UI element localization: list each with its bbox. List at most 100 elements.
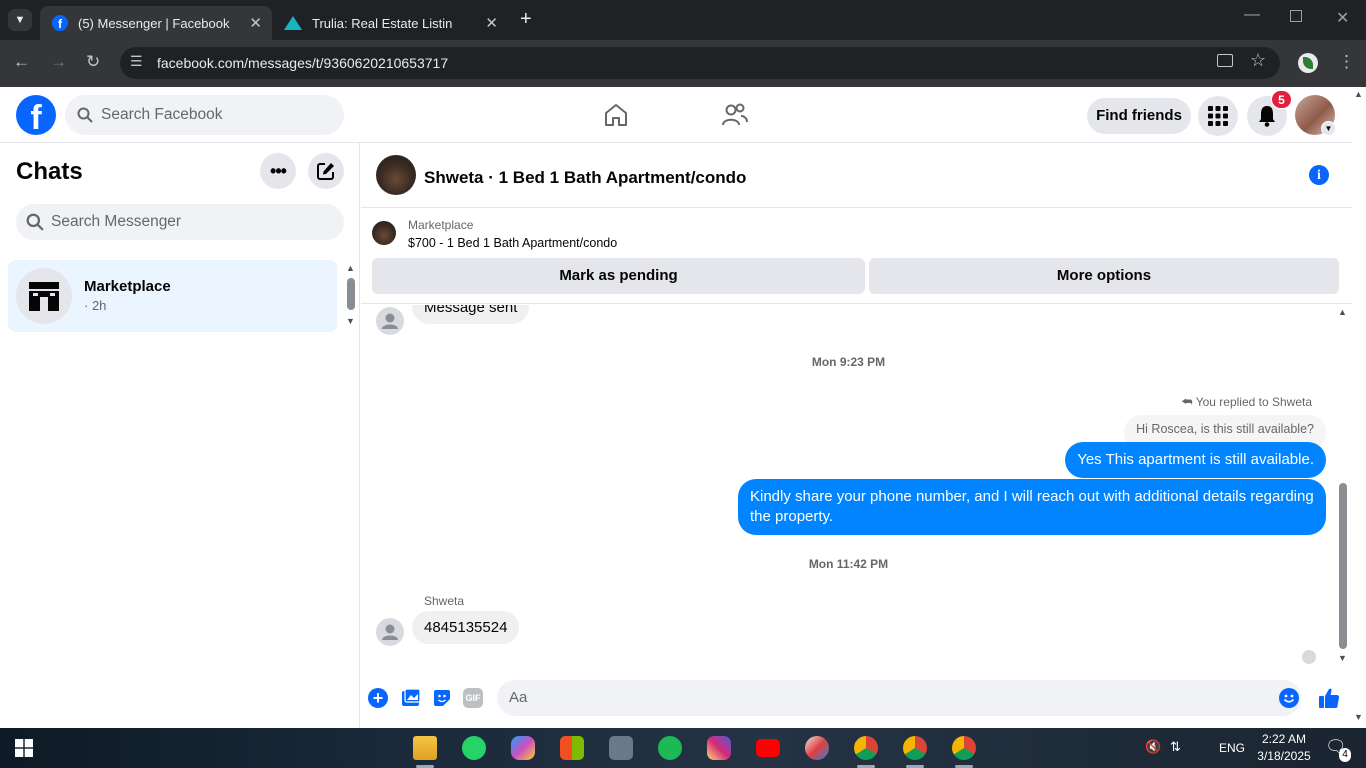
trulia-favicon-icon [284, 16, 302, 30]
chrome-icon[interactable] [854, 736, 878, 760]
scroll-thumb[interactable] [1339, 483, 1347, 649]
mark-pending-button[interactable]: Mark as pending [372, 258, 865, 294]
browser-toolbar: ← → ↻ ☰ facebook.com/messages/t/93606202… [0, 40, 1366, 87]
photo-icon[interactable] [401, 688, 421, 708]
more-actions-button[interactable]: + [368, 688, 388, 708]
minimize-icon[interactable]: — [1244, 6, 1260, 24]
scroll-down-icon[interactable]: ▼ [1354, 712, 1363, 722]
network-icon[interactable]: ⇅ [1170, 739, 1181, 755]
tab-search-button[interactable]: ▼ [8, 9, 32, 31]
chrome-profile-icon[interactable] [903, 736, 927, 760]
browser-tab-strip: ▼ f (5) Messenger | Facebook ✕ Trulia: R… [0, 0, 1366, 40]
store-icon [29, 282, 59, 311]
facebook-logo[interactable]: f [16, 95, 56, 135]
like-icon[interactable] [1318, 687, 1340, 709]
listing-summary[interactable]: $700 - 1 Bed 1 Bath Apartment/condo [408, 236, 617, 250]
scroll-thumb[interactable] [347, 278, 355, 310]
seen-indicator-avatar [1302, 650, 1316, 664]
marketplace-avatar [16, 268, 72, 324]
home-icon [605, 104, 627, 126]
windows-start-icon[interactable] [15, 739, 33, 757]
bookmark-star-icon[interactable]: ☆ [1250, 50, 1266, 71]
youtube-icon[interactable] [756, 739, 780, 757]
close-window-icon[interactable]: ✕ [1336, 8, 1349, 28]
microsoft-store-icon[interactable] [560, 736, 584, 760]
file-explorer-icon[interactable] [413, 736, 437, 760]
address-bar[interactable]: ☰ facebook.com/messages/t/93606202106537… [120, 47, 1280, 79]
sender-name: Shweta [424, 594, 465, 608]
chat-meta: · 2h [84, 298, 107, 313]
outgoing-message[interactable]: Yes This apartment is still available. [1065, 442, 1326, 478]
paint-icon[interactable] [805, 736, 829, 760]
volume-muted-icon[interactable]: 🔇 [1145, 739, 1161, 755]
sticker-icon[interactable] [432, 688, 452, 708]
close-tab-icon[interactable]: ✕ [485, 14, 498, 32]
clock-date[interactable]: 3/18/2025 [1252, 749, 1316, 763]
reply-arrow-icon: ⮪ [1181, 395, 1193, 409]
sender-avatar [376, 618, 404, 646]
incoming-message[interactable]: 4845135524 [412, 611, 520, 644]
page-scrollbar[interactable]: ▲ ▼ [1352, 87, 1366, 728]
back-icon[interactable]: ← [13, 52, 30, 72]
scroll-down-icon[interactable]: ▼ [346, 316, 355, 326]
listing-source: Marketplace [408, 218, 474, 232]
chat-options-button[interactable]: ••• [260, 153, 296, 189]
menu-button[interactable] [1198, 96, 1238, 136]
forward-icon[interactable]: → [50, 52, 67, 72]
home-nav-button[interactable] [603, 102, 629, 133]
site-info-icon[interactable]: ☰ [130, 53, 143, 70]
new-message-button[interactable] [308, 153, 344, 189]
listing-thumbnail[interactable] [372, 221, 396, 245]
grid-menu-icon [1208, 106, 1228, 126]
more-vertical-icon[interactable]: ⋮ [1338, 52, 1355, 72]
reply-context-text: You replied to Shweta [1195, 395, 1312, 409]
conversation-panel: Shweta · 1 Bed 1 Bath Apartment/condo i … [361, 143, 1352, 728]
compose-icon [317, 163, 334, 180]
clock-time[interactable]: 2:22 AM [1256, 732, 1312, 746]
more-options-button[interactable]: More options [869, 258, 1339, 294]
find-friends-label: Find friends [1096, 107, 1182, 124]
timestamp: Mon 9:23 PM [811, 355, 886, 369]
tab-trulia[interactable]: Trulia: Real Estate Listings, Hom ✕ [272, 6, 508, 40]
new-tab-button[interactable]: + [520, 8, 532, 31]
install-app-icon[interactable] [1217, 54, 1233, 67]
message-input[interactable]: Aa [497, 680, 1301, 716]
scroll-up-icon[interactable]: ▲ [346, 263, 355, 273]
whatsapp-icon[interactable] [462, 736, 486, 760]
person-icon [382, 313, 398, 329]
conversation-title[interactable]: Shweta · 1 Bed 1 Bath Apartment/condo [424, 168, 746, 188]
find-friends-button[interactable]: Find friends [1087, 98, 1191, 134]
language-indicator[interactable]: ENG [1219, 741, 1245, 755]
scroll-down-icon[interactable]: ▼ [1338, 653, 1347, 663]
plus-icon: + [372, 688, 384, 708]
instagram-icon[interactable] [707, 736, 731, 760]
restore-icon[interactable] [1290, 10, 1302, 22]
photoshop-icon[interactable] [609, 736, 633, 760]
reload-icon[interactable]: ↻ [86, 52, 100, 72]
search-facebook-input[interactable]: Search Facebook [65, 95, 344, 135]
gif-button[interactable]: GIF [463, 688, 483, 708]
composer: + GIF Aa [361, 673, 1352, 728]
search-messenger-input[interactable]: Search Messenger [16, 204, 344, 240]
account-chevron-icon[interactable]: ▼ [1321, 121, 1336, 136]
sender-avatar [376, 307, 404, 335]
scroll-up-icon[interactable]: ▲ [1338, 307, 1347, 317]
chats-heading: Chats [16, 158, 83, 185]
conversation-info-button[interactable]: i [1309, 165, 1329, 185]
info-icon: i [1317, 168, 1321, 183]
spotify-icon[interactable] [658, 736, 682, 760]
profile-avatar[interactable] [1298, 53, 1318, 73]
close-tab-icon[interactable]: ✕ [249, 14, 262, 32]
tab-messenger[interactable]: f (5) Messenger | Facebook ✕ [40, 6, 272, 40]
chrome-profile-icon[interactable] [952, 736, 976, 760]
person-icon [382, 624, 398, 640]
thread-scrollbar[interactable]: ▲ ▼ [1336, 305, 1350, 667]
friends-nav-button[interactable] [721, 102, 749, 133]
chat-list-item[interactable]: Marketplace · 2h [8, 260, 337, 332]
sidebar-scrollbar[interactable]: ▲ ▼ [344, 260, 358, 332]
copilot-icon[interactable] [511, 736, 535, 760]
emoji-icon[interactable] [1279, 688, 1299, 708]
scroll-up-icon[interactable]: ▲ [1354, 89, 1363, 99]
outgoing-message[interactable]: Kindly share your phone number, and I wi… [738, 479, 1326, 535]
conversation-avatar[interactable] [376, 155, 416, 195]
